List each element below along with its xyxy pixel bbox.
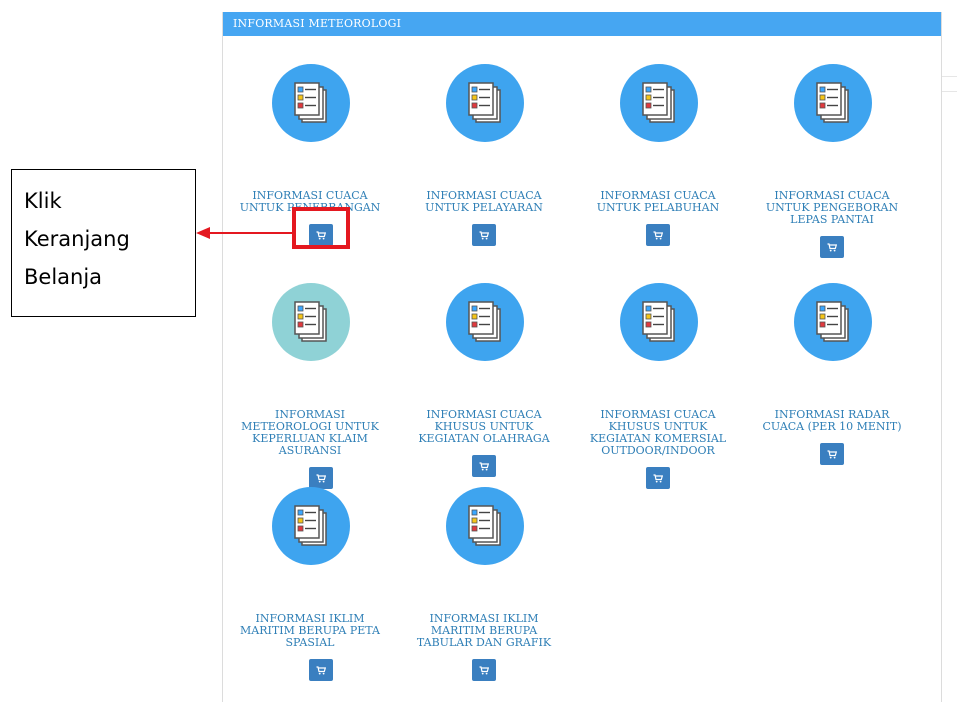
add-to-cart-button[interactable]: [820, 236, 844, 258]
shopping-cart-icon: [479, 461, 489, 471]
shopping-cart-icon: [316, 665, 326, 675]
callout-line: Klik: [24, 189, 62, 213]
add-to-cart-button[interactable]: [820, 443, 844, 465]
shopping-cart-icon: [827, 449, 837, 459]
document-list-icon: [446, 283, 524, 361]
product-grid: INFORMASI CUACA UNTUK PENERBANGAN INFORMAS…: [223, 36, 941, 702]
product-title-line: OUTDOOR/INDOOR: [601, 444, 715, 457]
shopping-cart-icon: [653, 473, 663, 483]
product-title-line: CUACA (PER 10 MENIT): [762, 420, 902, 433]
product-title[interactable]: INFORMASI CUACA KHUSUS UNTUK KEGIATAN KOME…: [571, 409, 745, 457]
add-to-cart-button[interactable]: [646, 467, 670, 489]
product-title-line: UNTUK PELAYARAN: [425, 201, 543, 214]
document-list-icon: [272, 487, 350, 565]
meteorology-info-panel: INFORMASI METEOROLOGI INFORMASI CUACA UNT…: [222, 12, 942, 702]
product-title[interactable]: INFORMASI CUACA UNTUK PELABUHAN: [571, 190, 745, 214]
document-list-icon: [794, 64, 872, 142]
panel-header: INFORMASI METEOROLOGI: [223, 12, 941, 36]
document-list-icon: [446, 487, 524, 565]
product-title-line: TABULAR DAN GRAFIK: [416, 636, 552, 649]
add-to-cart-button[interactable]: [472, 659, 496, 681]
shopping-cart-icon: [316, 473, 326, 483]
product-title[interactable]: INFORMASI CUACA UNTUK PENGEBORAN LEPAS PAN…: [745, 190, 919, 226]
shopping-cart-icon: [479, 665, 489, 675]
add-to-cart-button[interactable]: [646, 224, 670, 246]
callout-arrow: [196, 227, 292, 239]
callout-line: Keranjang: [24, 227, 130, 251]
document-list-icon: [620, 64, 698, 142]
add-to-cart-button[interactable]: [472, 455, 496, 477]
add-to-cart-button[interactable]: [309, 467, 333, 489]
product-title[interactable]: INFORMASI RADAR CUACA (PER 10 MENIT): [745, 409, 919, 433]
product-title-line: SPASIAL: [285, 636, 335, 649]
document-list-icon: [794, 283, 872, 361]
document-list-icon: [272, 64, 350, 142]
shopping-cart-icon: [653, 230, 663, 240]
add-to-cart-button[interactable]: [472, 224, 496, 246]
document-list-icon: [446, 64, 524, 142]
cart-button-highlight: [292, 207, 350, 249]
product-title-line: LEPAS PANTAI: [790, 213, 874, 226]
instruction-callout: Klik Keranjang Belanja: [11, 169, 196, 317]
product-title[interactable]: INFORMASI METEOROLOGI UNTUK KEPERLUAN KLAI…: [223, 409, 397, 457]
document-list-icon: [620, 283, 698, 361]
callout-line: Belanja: [24, 265, 103, 289]
product-title[interactable]: INFORMASI CUACA KHUSUS UNTUK KEGIATAN OLAH…: [397, 409, 571, 445]
product-title[interactable]: INFORMASI CUACA UNTUK PELAYARAN: [397, 190, 571, 214]
product-title-line: ASURANSI: [278, 444, 342, 457]
product-title-line: KEGIATAN OLAHRAGA: [418, 432, 550, 445]
add-to-cart-button[interactable]: [309, 659, 333, 681]
product-title[interactable]: INFORMASI IKLIM MARITIM BERUPA PETA SPASIA…: [223, 613, 397, 649]
document-list-icon: [272, 283, 350, 361]
product-title[interactable]: INFORMASI IKLIM MARITIM BERUPA TABULAR DAN…: [397, 613, 571, 649]
product-title-line: UNTUK PELABUHAN: [596, 201, 720, 214]
shopping-cart-icon: [479, 230, 489, 240]
shopping-cart-icon: [827, 242, 837, 252]
